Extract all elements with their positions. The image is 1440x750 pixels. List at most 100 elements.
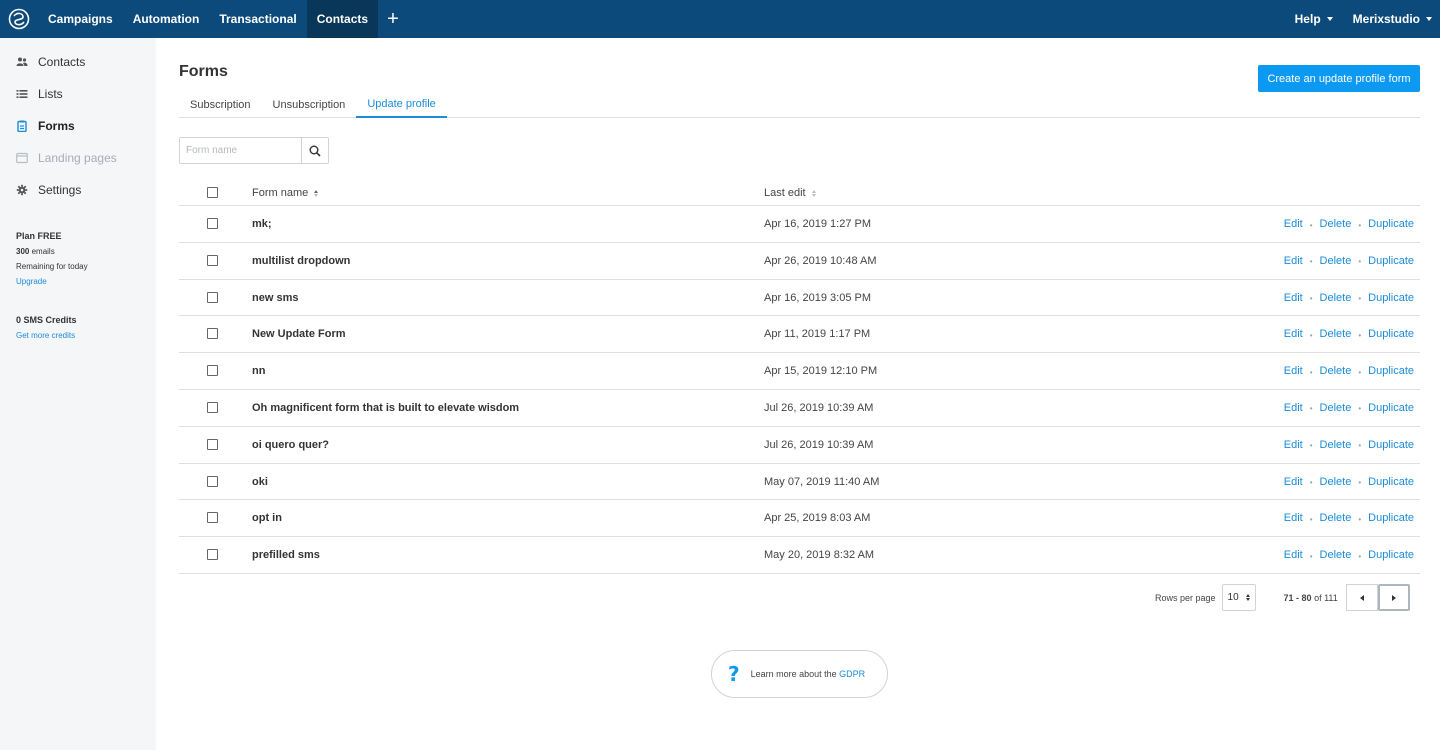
row-actions: Edit • Delete • Duplicate — [1284, 476, 1414, 488]
delete-link[interactable]: Delete — [1320, 402, 1352, 414]
form-name-cell[interactable]: Oh magnificent form that is built to ele… — [252, 402, 519, 414]
tab-subscription[interactable]: Subscription — [179, 92, 262, 118]
delete-link[interactable]: Delete — [1320, 255, 1352, 267]
row-checkbox[interactable] — [207, 218, 218, 229]
duplicate-link[interactable]: Duplicate — [1368, 218, 1414, 230]
delete-link[interactable]: Delete — [1320, 218, 1352, 230]
nav-item-contacts[interactable]: Contacts — [306, 0, 379, 38]
delete-link[interactable]: Delete — [1320, 476, 1352, 488]
tab-unsubscription[interactable]: Unsubscription — [262, 92, 357, 118]
row-checkbox[interactable] — [207, 401, 218, 413]
app-logo-icon[interactable] — [0, 0, 38, 38]
gdpr-link[interactable]: GDPR — [839, 669, 865, 679]
get-more-credits-link[interactable]: Get more credits — [16, 328, 77, 343]
edit-link[interactable]: Edit — [1284, 512, 1303, 524]
edit-link[interactable]: Edit — [1284, 439, 1303, 451]
search-button[interactable] — [301, 138, 328, 163]
table-row: mk; Apr 16, 2019 1:27 PM Edit • Delete • Dupli… — [179, 206, 1420, 243]
edit-link[interactable]: Edit — [1284, 476, 1303, 488]
duplicate-link[interactable]: Duplicate — [1368, 402, 1414, 414]
separator-dot: • — [1358, 220, 1362, 230]
row-checkbox[interactable] — [207, 328, 218, 340]
sidebar-item-landing-pages[interactable]: Landing pages — [16, 149, 117, 167]
rows-per-page-select[interactable]: 10 — [1221, 584, 1256, 611]
delete-link[interactable]: Delete — [1320, 512, 1352, 524]
add-plus-icon[interactable]: + — [378, 0, 408, 38]
row-actions: Edit • Delete • Duplicate — [1284, 439, 1414, 451]
nav-item-transactional[interactable]: Transactional — [209, 0, 306, 38]
duplicate-link[interactable]: Duplicate — [1368, 439, 1414, 451]
nav-item-campaigns[interactable]: Campaigns — [38, 0, 123, 38]
help-menu[interactable]: Help — [1283, 12, 1341, 26]
sidebar-item-settings[interactable]: Settings — [16, 181, 81, 199]
duplicate-link[interactable]: Duplicate — [1368, 476, 1414, 488]
row-checkbox[interactable] — [207, 365, 218, 377]
column-form-name[interactable]: Form name — [252, 187, 319, 199]
tab-update-profile[interactable]: Update profile — [356, 92, 447, 118]
form-name-cell[interactable]: oi quero quer? — [252, 439, 329, 451]
delete-link[interactable]: Delete — [1320, 328, 1352, 340]
upgrade-link[interactable]: Upgrade — [16, 274, 88, 289]
separator-dot: • — [1309, 294, 1313, 304]
account-menu[interactable]: Merixstudio — [1341, 12, 1440, 26]
duplicate-link[interactable]: Duplicate — [1368, 365, 1414, 377]
duplicate-link[interactable]: Duplicate — [1368, 549, 1414, 561]
duplicate-link[interactable]: Duplicate — [1368, 292, 1414, 304]
pagination: Rows per page 10 71 - 80 of 111 — [1155, 584, 1410, 611]
sidebar-item-lists[interactable]: Lists — [16, 85, 63, 103]
separator-dot: • — [1358, 367, 1362, 377]
prev-page-button[interactable] — [1345, 584, 1378, 611]
edit-link[interactable]: Edit — [1284, 255, 1303, 267]
form-name-cell[interactable]: multilist dropdown — [252, 255, 350, 267]
edit-link[interactable]: Edit — [1284, 328, 1303, 340]
table-row: multilist dropdown Apr 26, 2019 10:48 AM E… — [179, 243, 1420, 280]
edit-link[interactable]: Edit — [1284, 402, 1303, 414]
separator-dot: • — [1358, 441, 1362, 451]
row-checkbox[interactable] — [207, 291, 218, 303]
separator-dot: • — [1358, 294, 1362, 304]
delete-link[interactable]: Delete — [1320, 439, 1352, 451]
form-name-cell[interactable]: nn — [252, 365, 265, 377]
delete-link[interactable]: Delete — [1320, 292, 1352, 304]
row-actions: Edit • Delete • Duplicate — [1284, 512, 1414, 524]
delete-link[interactable]: Delete — [1320, 549, 1352, 561]
column-form-name-label: Form name — [252, 187, 309, 199]
chevron-left-icon — [1359, 594, 1364, 601]
search-input[interactable] — [180, 138, 301, 163]
sidebar-item-forms[interactable]: Forms — [16, 117, 75, 135]
question-icon: ? — [728, 662, 740, 686]
sidebar-item-contacts[interactable]: Contacts — [16, 53, 85, 71]
page-title: Forms — [179, 63, 228, 80]
select-all-checkbox[interactable] — [207, 187, 218, 198]
edit-link[interactable]: Edit — [1284, 292, 1303, 304]
nav-item-automation[interactable]: Automation — [123, 0, 210, 38]
last-edit-cell: Jul 26, 2019 10:39 AM — [764, 401, 874, 414]
row-checkbox[interactable] — [207, 438, 218, 450]
row-checkbox[interactable] — [207, 475, 218, 487]
row-checkbox[interactable] — [207, 254, 218, 266]
last-edit-cell: Apr 15, 2019 12:10 PM — [764, 365, 878, 378]
plan-emails-label: emails — [29, 247, 55, 256]
edit-link[interactable]: Edit — [1284, 365, 1303, 377]
duplicate-link[interactable]: Duplicate — [1368, 512, 1414, 524]
row-checkbox[interactable] — [207, 512, 218, 524]
sidebar: Contacts Lists Forms Landing pages Settings … — [0, 38, 156, 750]
create-form-button[interactable]: Create an update profile form — [1258, 65, 1420, 92]
chevron-down-icon — [1426, 17, 1432, 21]
delete-link[interactable]: Delete — [1320, 365, 1352, 377]
edit-link[interactable]: Edit — [1284, 218, 1303, 230]
duplicate-link[interactable]: Duplicate — [1368, 328, 1414, 340]
form-name-cell[interactable]: opt in — [252, 512, 282, 524]
column-last-edit[interactable]: Last edit — [764, 187, 816, 199]
pagination-total: 111 — [1324, 592, 1338, 603]
form-name-cell[interactable]: new sms — [252, 292, 298, 304]
form-name-cell[interactable]: mk; — [252, 218, 272, 230]
edit-link[interactable]: Edit — [1284, 549, 1303, 561]
form-name-cell[interactable]: prefilled sms — [252, 549, 320, 561]
separator-dot: • — [1309, 551, 1313, 561]
duplicate-link[interactable]: Duplicate — [1368, 255, 1414, 267]
next-page-button[interactable] — [1377, 584, 1410, 611]
form-name-cell[interactable]: New Update Form — [252, 328, 346, 340]
row-checkbox[interactable] — [207, 549, 218, 561]
form-name-cell[interactable]: oki — [252, 476, 268, 488]
